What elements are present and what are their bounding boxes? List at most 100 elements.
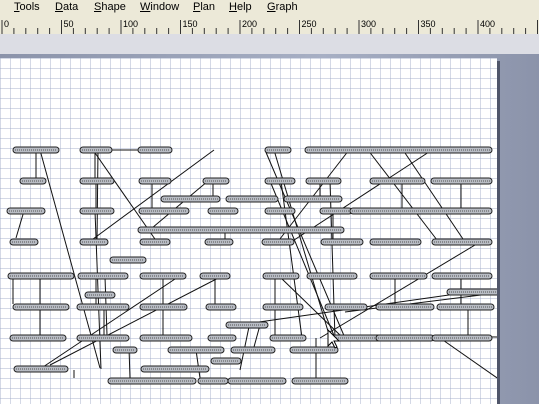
task-bar[interactable] (12, 303, 70, 311)
task-bar[interactable] (261, 238, 295, 246)
connector-line[interactable] (439, 337, 497, 380)
task-bar[interactable] (160, 195, 221, 203)
task-bar[interactable] (319, 207, 353, 215)
ruler-label: 300 (361, 19, 376, 29)
task-bar[interactable] (109, 256, 147, 264)
connector-line[interactable] (15, 210, 25, 239)
task-bar[interactable] (137, 146, 173, 154)
task-bar[interactable] (230, 346, 276, 354)
connector-line[interactable] (39, 276, 179, 370)
task-bar[interactable] (79, 177, 115, 185)
connector-line[interactable] (269, 180, 336, 339)
task-bar[interactable] (9, 238, 39, 246)
connector-line[interactable] (329, 180, 336, 339)
task-bar[interactable] (140, 365, 210, 373)
task-bar[interactable] (369, 272, 428, 280)
task-bar[interactable] (369, 238, 422, 246)
task-bar[interactable] (197, 377, 229, 385)
menu-graph[interactable]: Graph (266, 0, 299, 15)
task-bar[interactable] (262, 303, 304, 311)
connector-line[interactable] (151, 180, 209, 229)
task-bar[interactable] (79, 238, 109, 246)
task-bar[interactable] (431, 334, 493, 342)
ruler-label: 400 (480, 19, 495, 29)
menu-plan[interactable]: Plan (192, 0, 216, 15)
task-bar[interactable] (349, 207, 493, 215)
task-bar[interactable] (79, 146, 113, 154)
task-bar[interactable] (264, 207, 296, 215)
task-bar[interactable] (431, 238, 493, 246)
ruler-label: 0 (4, 19, 9, 29)
task-bar[interactable] (13, 365, 69, 373)
task-bar[interactable] (291, 377, 349, 385)
connector-line[interactable] (280, 180, 303, 339)
task-bar[interactable] (210, 357, 242, 365)
task-bar[interactable] (139, 334, 193, 342)
connector-line[interactable] (195, 349, 201, 379)
task-bar[interactable] (107, 377, 197, 385)
task-bar[interactable] (202, 177, 230, 185)
task-bar[interactable] (207, 334, 237, 342)
task-bar[interactable] (283, 195, 343, 203)
task-bar[interactable] (7, 272, 75, 280)
task-bar[interactable] (19, 177, 47, 185)
task-bar[interactable] (139, 303, 188, 311)
task-bar[interactable] (264, 177, 296, 185)
menu-bar: Tools Data Shape Window Plan Help Graph (0, 0, 539, 18)
task-bar[interactable] (446, 288, 497, 296)
ruler-label: 200 (242, 19, 257, 29)
connector-line[interactable] (96, 149, 99, 243)
connector-line[interactable] (402, 149, 466, 243)
task-bar[interactable] (204, 238, 234, 246)
horizontal-ruler: 0 50 100 150 200 250 300 350 400 (0, 17, 539, 35)
task-bar[interactable] (138, 207, 190, 215)
task-bar[interactable] (262, 272, 300, 280)
task-bar[interactable] (436, 303, 495, 311)
task-bar[interactable] (375, 334, 435, 342)
task-bar[interactable] (205, 303, 237, 311)
menu-tools[interactable]: Tools (13, 0, 41, 15)
task-bar[interactable] (6, 207, 46, 215)
menu-window[interactable]: Window (139, 0, 180, 15)
task-bar[interactable] (324, 303, 368, 311)
task-bar[interactable] (431, 272, 493, 280)
task-bar[interactable] (12, 146, 60, 154)
task-bar[interactable] (112, 346, 138, 354)
task-bar[interactable] (320, 238, 364, 246)
task-bar[interactable] (269, 334, 307, 342)
task-bar[interactable] (369, 177, 426, 185)
task-bar[interactable] (225, 195, 279, 203)
menu-help[interactable]: Help (228, 0, 253, 15)
task-bar[interactable] (137, 226, 345, 234)
task-bar[interactable] (76, 334, 130, 342)
task-bar[interactable] (199, 272, 231, 280)
task-bar[interactable] (264, 146, 292, 154)
task-bar[interactable] (225, 321, 269, 329)
task-bar[interactable] (430, 177, 493, 185)
task-bar[interactable] (138, 177, 172, 185)
task-bar[interactable] (304, 146, 493, 154)
drawing-page[interactable] (0, 58, 497, 404)
task-bar[interactable] (375, 303, 435, 311)
ruler-label: 50 (64, 19, 74, 29)
ruler-label: 350 (421, 19, 436, 29)
task-bar[interactable] (289, 346, 339, 354)
task-bar[interactable] (306, 272, 358, 280)
network-diagram (6, 146, 497, 385)
connector-line[interactable] (239, 321, 251, 371)
task-bar[interactable] (139, 238, 171, 246)
task-bar[interactable] (139, 272, 187, 280)
task-bar[interactable] (167, 346, 225, 354)
ruler-label: 250 (302, 19, 317, 29)
ruler-ticks: 0 50 100 150 200 250 300 350 400 (1, 19, 538, 34)
menu-data[interactable]: Data (54, 0, 79, 15)
task-bar[interactable] (227, 377, 287, 385)
task-bar[interactable] (9, 334, 67, 342)
task-bar[interactable] (305, 177, 342, 185)
task-bar[interactable] (207, 207, 239, 215)
task-bar[interactable] (77, 272, 129, 280)
task-bar[interactable] (76, 303, 130, 311)
task-bar[interactable] (84, 291, 116, 299)
menu-shape[interactable]: Shape (93, 0, 127, 15)
task-bar[interactable] (79, 207, 115, 215)
